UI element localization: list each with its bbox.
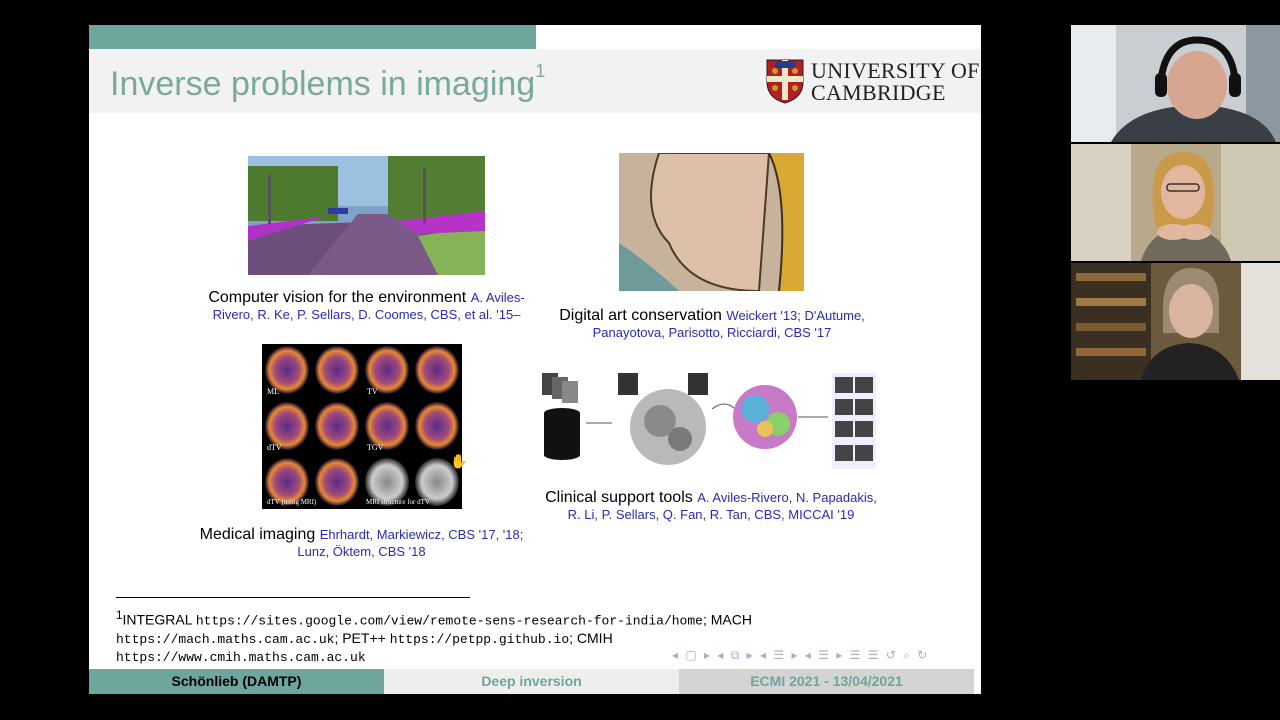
- footnote-rule: [116, 597, 470, 598]
- art-caption: Digital art conservation Weickert '13; D…: [559, 307, 865, 340]
- slide-progress-bar: [89, 25, 536, 49]
- footnote-link-mach[interactable]: https://mach.maths.cam.ac.uk: [116, 632, 334, 647]
- beamer-navigation-icons[interactable]: ◂ ▢ ▸ ◂ ⧉ ▸ ◂ ☰ ▸ ◂ ☰ ▸ ☰ ☰ ↺ ⌕ ↻: [672, 648, 929, 663]
- participant-video-2[interactable]: [1071, 144, 1280, 261]
- cambridge-crest-icon: [766, 59, 804, 104]
- label-tv: TV: [367, 387, 378, 396]
- medical-imaging-grid: ML TV dTV TGV dTV (using MRI) MRI struct…: [262, 344, 462, 509]
- logo-line-2: CAMBRIDGE: [811, 80, 946, 105]
- footnote-link-cmih[interactable]: https://www.cmih.maths.cam.ac.uk: [116, 650, 366, 665]
- footer-event: ECMI 2021 - 13/04/2021: [679, 669, 974, 694]
- medical-caption: Medical imaging Ehrhardt, Markiewicz, CB…: [199, 526, 524, 559]
- footer-talk-title: Deep inversion: [384, 669, 679, 694]
- clinical-caption: Clinical support tools A. Aviles-Rivero,…: [545, 489, 877, 522]
- participant-2-avatar: [1071, 144, 1280, 261]
- hand-cursor-icon: ✋: [450, 453, 468, 469]
- label-mri-structure: MRI structure for dTV: [366, 498, 430, 506]
- label-dtv: dTV: [267, 443, 282, 452]
- label-dtv-mri: dTV (using MRI): [267, 498, 317, 506]
- footnote-link-integral[interactable]: https://sites.google.com/view/remote-sen…: [196, 614, 703, 629]
- cambridge-logo: UNIVERSITY OF CAMBRIDGE: [765, 58, 979, 106]
- footer-author: Schönlieb (DAMTP): [89, 669, 384, 694]
- participant-3-avatar: [1071, 263, 1280, 380]
- label-ml: ML: [267, 387, 279, 396]
- clinical-pipeline-diagram: [540, 369, 880, 473]
- label-tgv: TGV: [367, 443, 384, 452]
- slide-footer: Schönlieb (DAMTP) Deep inversion ECMI 20…: [89, 669, 981, 694]
- road-segmentation-image: [248, 156, 485, 275]
- participant-1-avatar: [1071, 25, 1280, 142]
- participant-video-3[interactable]: [1071, 263, 1280, 380]
- cv-caption: Computer vision for the environment A. A…: [208, 289, 525, 322]
- presentation-slide: Inverse problems in imaging1 UNIVERSITY …: [89, 25, 981, 694]
- footnote-link-petpp[interactable]: https://petpp.github.io: [390, 632, 569, 647]
- participant-video-1[interactable]: [1071, 25, 1280, 142]
- art-conservation-image: [619, 153, 804, 291]
- slide-title: Inverse problems in imaging1: [110, 61, 546, 103]
